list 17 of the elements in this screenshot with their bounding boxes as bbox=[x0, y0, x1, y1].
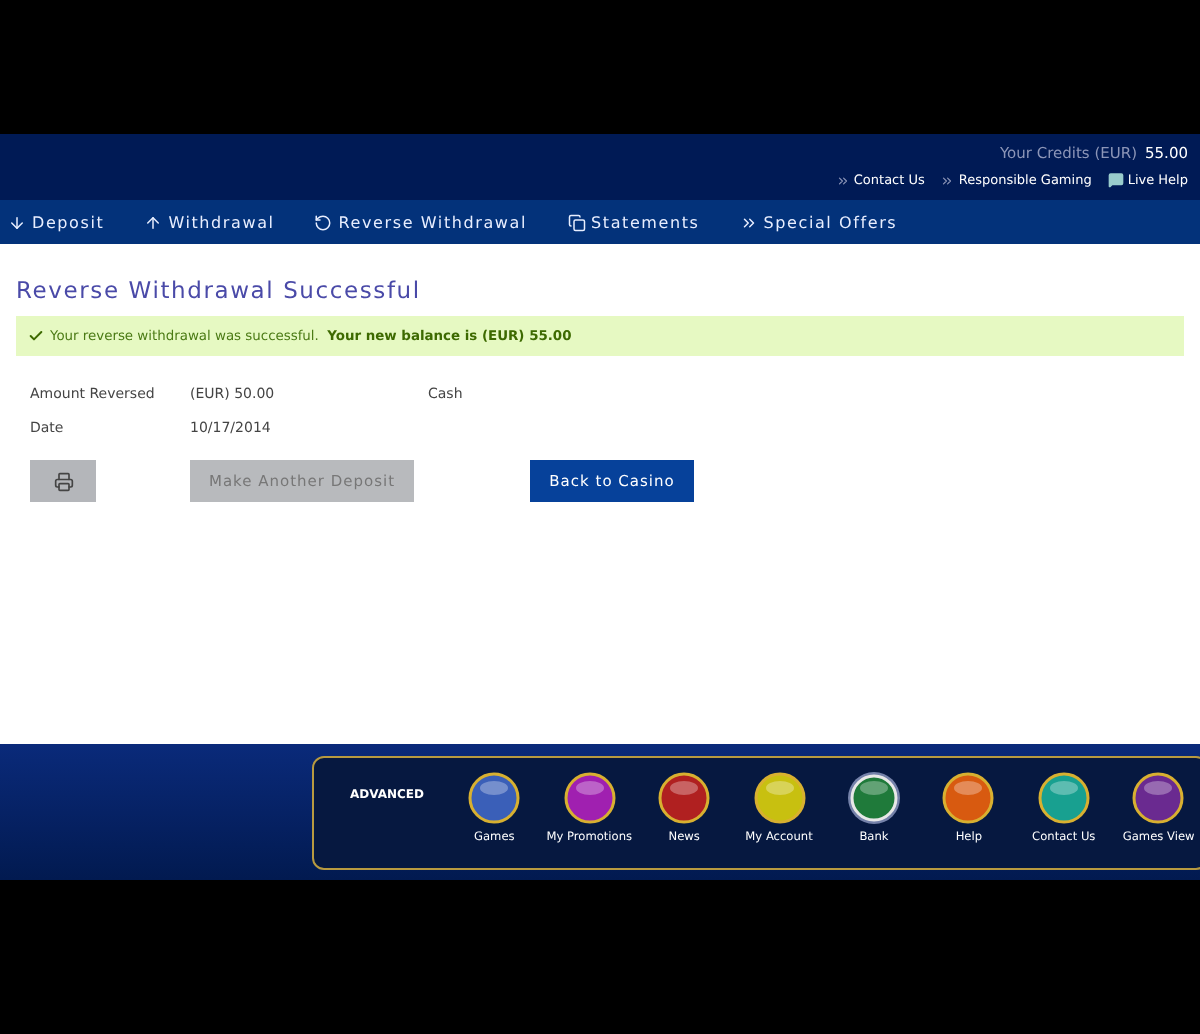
document-icon bbox=[567, 213, 585, 231]
nav-link[interactable]: Deposit bbox=[8, 213, 105, 231]
double-chevron-icon bbox=[835, 173, 850, 187]
printer-icon bbox=[53, 471, 73, 491]
nav-link[interactable]: Special Offers bbox=[739, 213, 898, 231]
page-title: Reverse Withdrawal Successful bbox=[16, 276, 423, 304]
nav-link[interactable]: Reverse Withdrawal bbox=[314, 213, 527, 231]
double-chevron-icon bbox=[739, 213, 758, 231]
arrow-up-icon bbox=[144, 213, 163, 231]
arrow-down-icon bbox=[8, 213, 26, 231]
rotate-icon bbox=[314, 213, 333, 231]
print-button[interactable] bbox=[30, 460, 96, 502]
chat-icon bbox=[1107, 172, 1124, 188]
nav-link[interactable]: Statements bbox=[567, 213, 700, 231]
double-chevron-icon bbox=[940, 173, 955, 187]
check-icon bbox=[28, 328, 44, 344]
nav-link[interactable]: Withdrawal bbox=[144, 213, 275, 231]
